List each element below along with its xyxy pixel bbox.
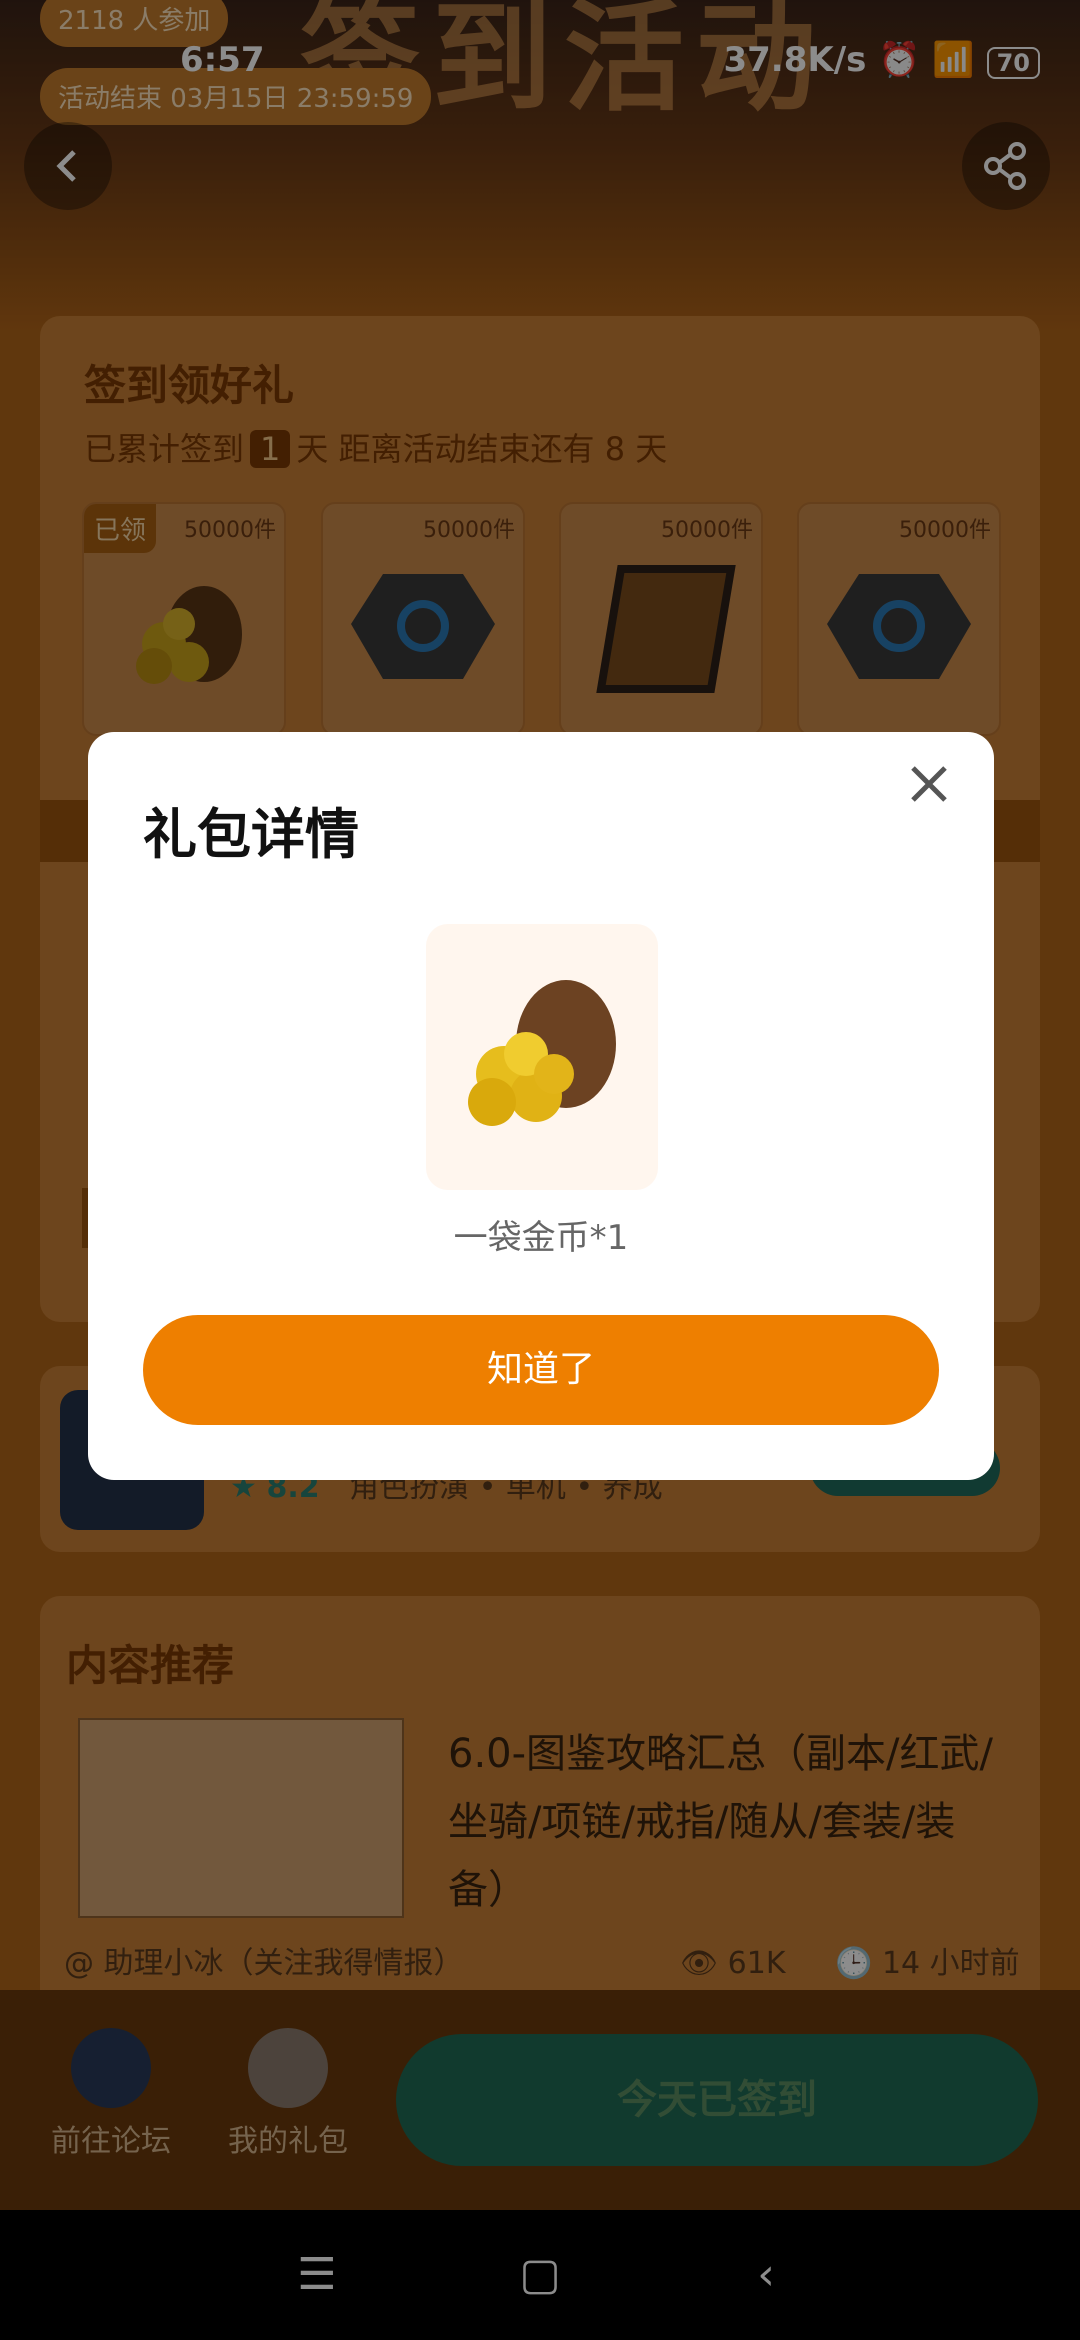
gift-name: 一袋金币*1 [453, 1218, 629, 1258]
page: 签到活动 2118 人参加 活动结束 03月15日 23:59:59 6:57 … [0, 0, 1080, 2340]
gift-image [426, 924, 658, 1190]
ok-button[interactable]: 知道了 [143, 1315, 939, 1425]
modal-title: 礼包详情 [143, 803, 359, 866]
close-button[interactable] [894, 754, 964, 824]
gift-detail-modal: 礼包详情 一袋金币*1 知道了 [88, 732, 994, 1480]
gold-bag-icon [468, 980, 616, 1126]
close-icon [911, 766, 947, 802]
